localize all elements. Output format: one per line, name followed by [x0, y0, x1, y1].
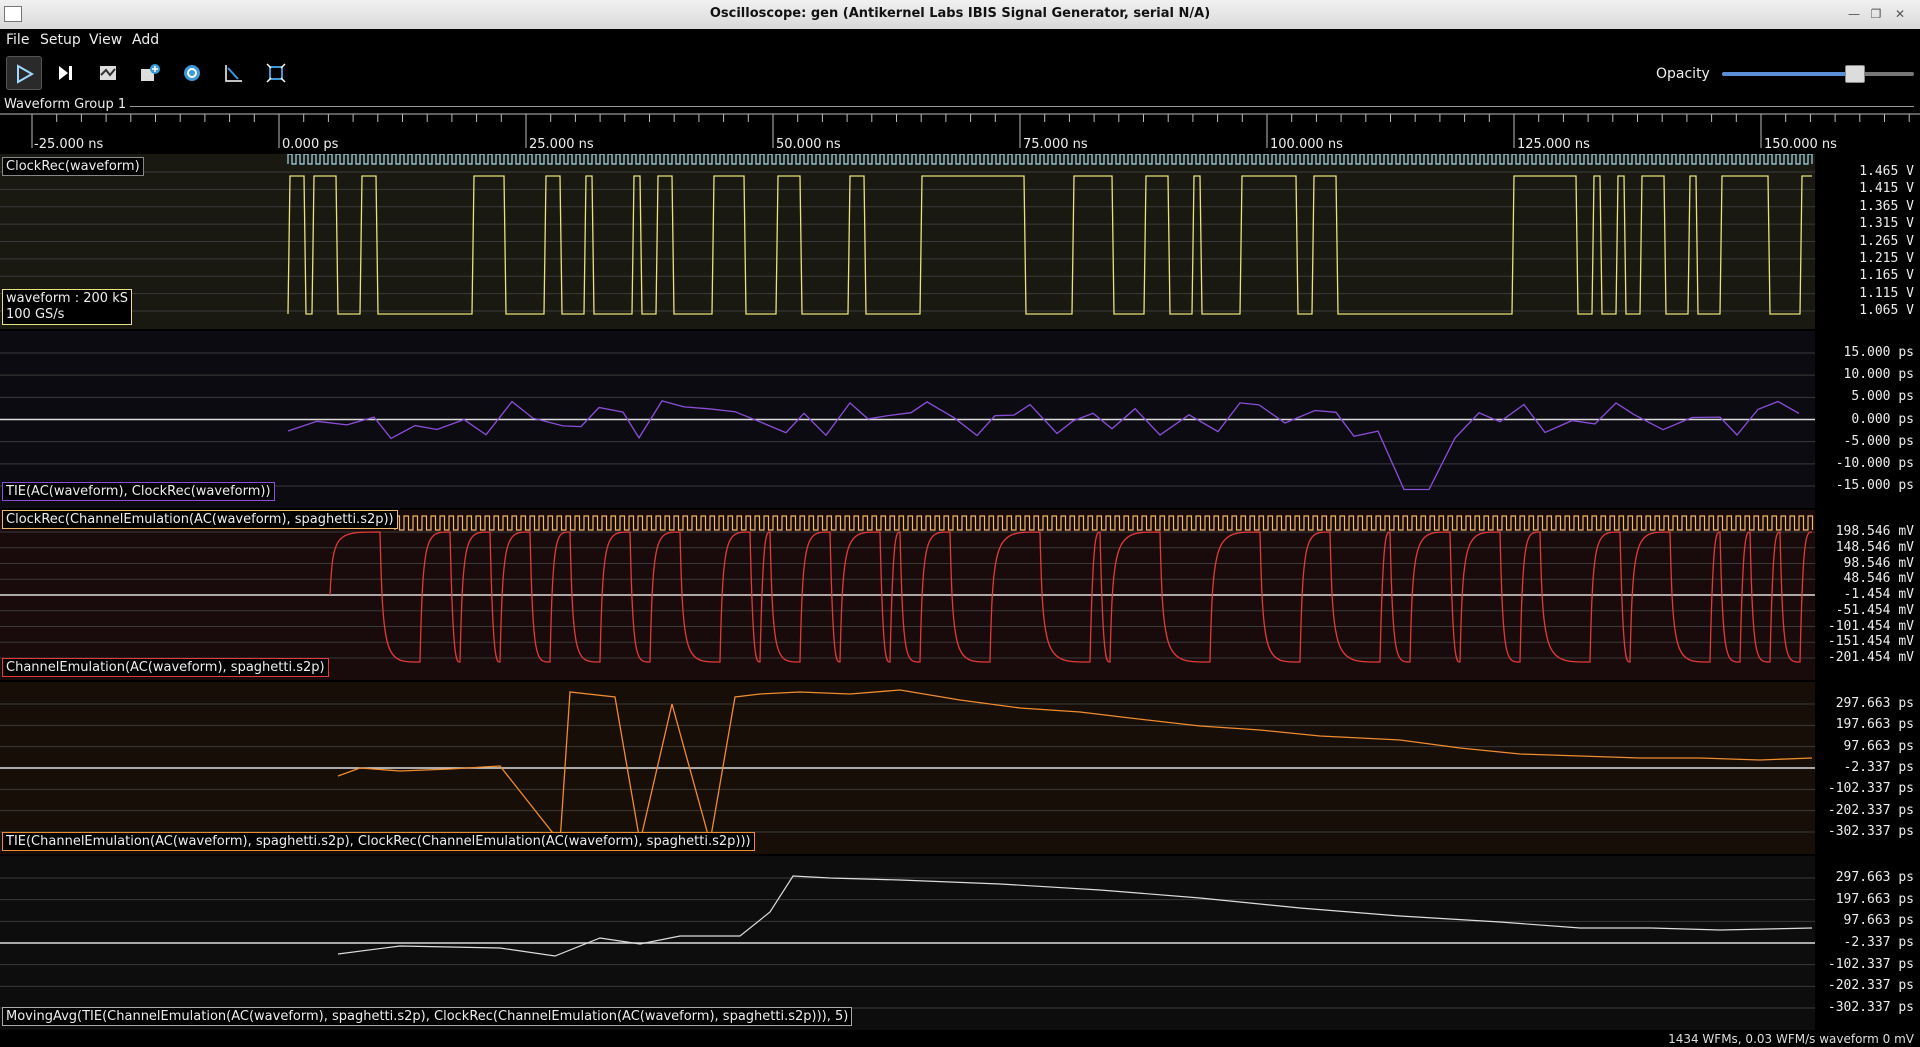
title-bar: Oscilloscope: gen (Antikernel Labs IBIS …	[0, 0, 1920, 30]
timeline-tick-label: 50.000 ns	[776, 137, 841, 152]
axis-tick-label: -201.454 mV	[1827, 650, 1914, 665]
axis-tick-label: 1.465 V	[1859, 164, 1914, 179]
channel-tie-panel[interactable]: TIE(ChannelEmulation(AC(waveform), spagh…	[0, 682, 1815, 854]
axis-tick-label: -5.000 ps	[1843, 433, 1914, 449]
axis-tick-label: 197.663 ps	[1835, 891, 1914, 907]
opacity-slider-handle[interactable]	[1845, 65, 1865, 83]
timeline[interactable]: -25.000 ns 0.000 ps 25.000 ns 50.000 ns …	[0, 112, 1920, 152]
fullscreen-button[interactable]	[258, 56, 294, 90]
waveform-panel[interactable]: ClockRec(waveform) waveform : 200 kS 100…	[0, 154, 1815, 329]
close-icon[interactable]: ✕	[1892, 7, 1908, 21]
channel-emulation-trace-plot	[0, 510, 1815, 680]
restore-icon[interactable]: ❐	[1868, 7, 1884, 21]
menu-bar: File Setup View Add	[0, 29, 1920, 51]
menu-file[interactable]: File	[6, 32, 29, 48]
axis-tick-label: 1.065 V	[1859, 303, 1914, 318]
add-measurement-icon	[141, 64, 160, 81]
channel-emulation-panel[interactable]: ClockRec(ChannelEmulation(AC(waveform), …	[0, 510, 1815, 680]
axis-tick-label: 1.315 V	[1859, 216, 1914, 232]
axis-tick-label: -302.337 ps	[1827, 1000, 1914, 1015]
trend-button[interactable]	[216, 56, 252, 90]
opacity-label: Opacity	[1656, 66, 1710, 82]
axis-tick-label: 15.000 ps	[1843, 345, 1914, 360]
axis-tick-label: -10.000 ps	[1835, 455, 1914, 471]
status-text: 1434 WFMs, 0.03 WFM/s waveform 0 mV	[1668, 1032, 1914, 1046]
axis-tick-label: 1.165 V	[1859, 268, 1914, 284]
axis-tick-label: -202.337 ps	[1827, 802, 1914, 818]
add-measurement-button[interactable]	[132, 56, 168, 90]
channel-emulation-trace-label[interactable]: ChannelEmulation(AC(waveform), spaghetti…	[2, 658, 329, 677]
sample-count-text: waveform : 200 kS	[6, 291, 128, 306]
axis-tick-label: -2.337 ps	[1843, 760, 1914, 775]
axis-tick-label: 297.663 ps	[1835, 870, 1914, 885]
start-icon	[17, 64, 35, 84]
moving-average-panel[interactable]: MovingAvg(TIE(ChannelEmulation(AC(wavefo…	[0, 856, 1815, 1030]
minimize-icon[interactable]: —	[1846, 7, 1862, 21]
settings-button[interactable]	[174, 56, 210, 90]
toolbar: Opacity	[0, 51, 1920, 95]
axis-tick-label: 1.265 V	[1859, 233, 1914, 249]
axis-tick-label: 10.000 ps	[1843, 367, 1914, 383]
axis-tick-label: 97.663 ps	[1843, 913, 1914, 929]
axis-tick-label: 98.546 mV	[1843, 555, 1914, 571]
sample-rate-text: 100 GS/s	[6, 307, 65, 322]
timeline-tick-label: 0.000 ps	[282, 137, 339, 152]
waveform-trace-plot	[0, 154, 1815, 329]
timeline-tick-label: 25.000 ns	[529, 137, 594, 152]
axis-tick-label: 198.546 mV	[1835, 524, 1914, 539]
axis-tick-label: -151.454 mV	[1827, 634, 1914, 650]
axis-tick-label: -202.337 ps	[1827, 978, 1914, 994]
waveform-group-label: Waveform Group 1	[4, 97, 131, 112]
axis-tick-label: -102.337 ps	[1827, 781, 1914, 797]
settings-icon	[184, 65, 200, 81]
menu-view[interactable]: View	[89, 32, 122, 48]
timeline-tick-label: 125.000 ns	[1517, 137, 1590, 152]
axis-tick-label: 1.415 V	[1859, 181, 1914, 197]
single-trigger-button[interactable]	[48, 56, 84, 90]
channel-clockrec-trace-label[interactable]: ClockRec(ChannelEmulation(AC(waveform), …	[2, 510, 398, 529]
history-button[interactable]	[90, 56, 126, 90]
menu-setup[interactable]: Setup	[40, 32, 81, 48]
axis-tick-label: 97.663 ps	[1843, 738, 1914, 754]
axis-tick-label: 0.000 ps	[1851, 411, 1914, 427]
moving-average-trace-label[interactable]: MovingAvg(TIE(ChannelEmulation(AC(wavefo…	[2, 1007, 853, 1026]
axis-tick-label: 297.663 ps	[1835, 696, 1914, 711]
timeline-tick-label: 100.000 ns	[1270, 137, 1343, 152]
group-divider	[126, 106, 1914, 107]
axis-tick-label: 197.663 ps	[1835, 717, 1914, 733]
tie-trace-label[interactable]: TIE(AC(waveform), ClockRec(waveform))	[2, 482, 275, 501]
fullscreen-icon	[266, 63, 286, 83]
window-title: Oscilloscope: gen (Antikernel Labs IBIS …	[709, 6, 1211, 21]
axis-tick-label: 48.546 mV	[1843, 571, 1914, 587]
axis-tick-label: -101.454 mV	[1827, 618, 1914, 634]
axis-tick-label: 1.115 V	[1859, 285, 1914, 301]
start-button[interactable]	[6, 56, 42, 90]
moving-average-trace-plot	[0, 856, 1815, 1030]
trend-icon	[225, 65, 242, 82]
axis-tick-label: -2.337 ps	[1843, 935, 1914, 950]
tie-panel[interactable]: TIE(AC(waveform), ClockRec(waveform))	[0, 331, 1815, 508]
timeline-tick-label: -25.000 ns	[34, 137, 104, 152]
axis-tick-label: -51.454 mV	[1835, 602, 1914, 618]
status-bar: 1434 WFMs, 0.03 WFM/s waveform 0 mV	[0, 1031, 1920, 1047]
single-trigger-icon	[59, 66, 72, 80]
menu-add[interactable]: Add	[132, 32, 159, 48]
axis-tick-label: 1.365 V	[1859, 198, 1914, 214]
timeline-tick-label: 150.000 ns	[1764, 137, 1837, 152]
axis-tick-label: 5.000 ps	[1851, 389, 1914, 405]
waveform-info-label[interactable]: waveform : 200 kS 100 GS/s	[2, 289, 132, 325]
channel-tie-trace-label[interactable]: TIE(ChannelEmulation(AC(waveform), spagh…	[2, 832, 755, 851]
axis-tick-label: -102.337 ps	[1827, 956, 1914, 972]
axis-tick-label: -15.000 ps	[1835, 478, 1914, 493]
axis-tick-label: 148.546 mV	[1835, 539, 1914, 555]
axis-tick-label: -302.337 ps	[1827, 824, 1914, 839]
axis-tick-label: -1.454 mV	[1843, 587, 1914, 602]
channel-tie-trace-plot	[0, 682, 1815, 854]
axis-tick-label: 1.215 V	[1859, 250, 1914, 266]
clockrec-trace-label[interactable]: ClockRec(waveform)	[2, 157, 144, 176]
history-icon	[100, 66, 116, 80]
timeline-tick-label: 75.000 ns	[1023, 137, 1088, 152]
